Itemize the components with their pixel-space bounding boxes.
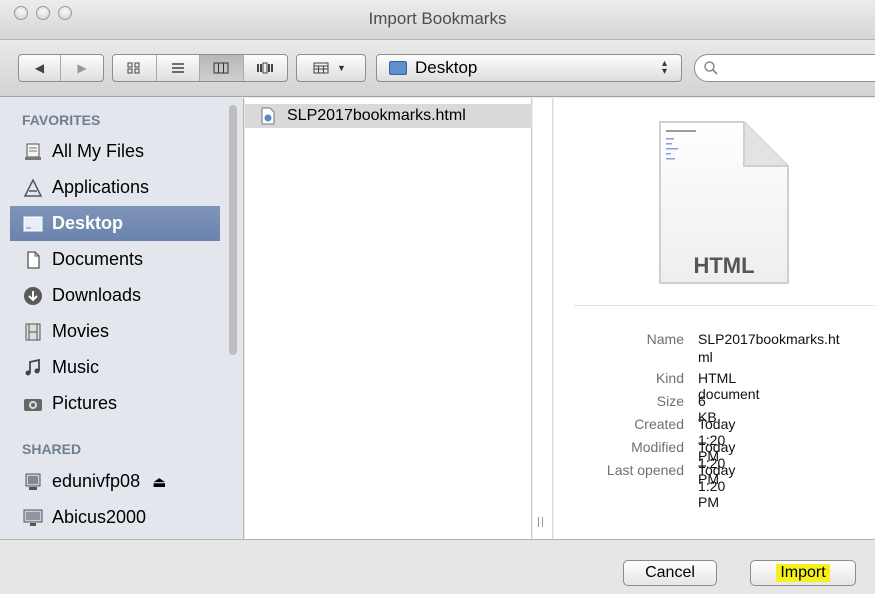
info-value: ml bbox=[698, 349, 713, 365]
back-button[interactable]: ◀ bbox=[19, 55, 61, 81]
sidebar-item-label: edunivfp08 bbox=[52, 471, 141, 491]
music-icon bbox=[22, 357, 44, 379]
documents-icon bbox=[22, 249, 44, 271]
downloads-icon bbox=[22, 285, 44, 307]
all-files-icon bbox=[22, 141, 44, 163]
desktop-folder-icon bbox=[22, 213, 44, 235]
sidebar-item-label: Music bbox=[52, 357, 100, 377]
info-key: Kind bbox=[655, 370, 684, 386]
column-resize-area[interactable] bbox=[533, 98, 553, 539]
list-view-icon bbox=[171, 63, 184, 73]
file-item[interactable]: SLP2017bookmarks.html bbox=[245, 104, 532, 128]
info-key: Created bbox=[634, 416, 684, 432]
info-key: Size bbox=[656, 393, 684, 409]
import-button[interactable]: Import bbox=[750, 560, 856, 586]
sidebar-item-label: Desktop bbox=[52, 213, 124, 233]
sidebar-item-label: Applications bbox=[52, 177, 150, 197]
html-file-icon bbox=[261, 107, 277, 125]
location-label: Desktop bbox=[415, 58, 478, 77]
search-field[interactable] bbox=[694, 54, 875, 82]
movies-icon bbox=[22, 321, 44, 343]
shared-heading: SHARED bbox=[22, 441, 82, 457]
sidebar-scrollbar[interactable] bbox=[229, 105, 237, 355]
eject-icon[interactable]: ⏏ bbox=[152, 473, 166, 491]
forward-button[interactable]: ▶ bbox=[61, 55, 103, 81]
icon-view-button[interactable] bbox=[113, 55, 157, 81]
applications-icon bbox=[22, 177, 44, 199]
server-icon bbox=[22, 471, 44, 493]
back-arrow-icon: ◀ bbox=[34, 61, 45, 75]
info-value: SLP2017bookmarks.ht bbox=[698, 331, 840, 347]
preview-divider bbox=[574, 305, 875, 306]
arrange-grid-icon bbox=[313, 62, 329, 74]
up-down-chevron-icon: ▴ ▾ bbox=[661, 58, 667, 77]
chevron-down-icon: ▼ bbox=[337, 63, 346, 73]
back-forward-control: ◀ ▶ bbox=[18, 54, 104, 82]
sidebar-item-label: Pictures bbox=[52, 393, 118, 413]
toolbar: ◀ ▶ ▼ Desktop ▴ ▾ bbox=[0, 40, 875, 97]
favorites-heading: FAVORITES bbox=[22, 112, 101, 128]
sidebar-item-downloads[interactable]: Downloads bbox=[10, 278, 220, 313]
sidebar-item-movies[interactable]: Movies bbox=[10, 314, 220, 349]
location-popup[interactable]: Desktop ▴ ▾ bbox=[376, 54, 682, 82]
icon-view-icon bbox=[127, 62, 140, 74]
title-bar: Import Bookmarks bbox=[0, 0, 875, 40]
file-column: SLP2017bookmarks.html bbox=[245, 98, 532, 539]
folder-icon bbox=[389, 61, 407, 75]
cover-flow-icon bbox=[257, 62, 274, 74]
dialog-footer: Cancel Import bbox=[0, 539, 875, 594]
sidebar-item-edunivfp08[interactable]: edunivfp08 ⏏ bbox=[10, 464, 220, 499]
sidebar-item-music[interactable]: Music bbox=[10, 350, 220, 385]
sidebar-item-label: Abicus2000 bbox=[52, 507, 147, 527]
sidebar-item-abicus2000[interactable]: Abicus2000 bbox=[10, 500, 220, 535]
preview-pane: HTML Name SLP2017bookmarks.ht ml Kind HT… bbox=[554, 98, 875, 539]
view-mode-control bbox=[112, 54, 288, 82]
file-name: SLP2017bookmarks.html bbox=[287, 107, 466, 124]
pictures-icon bbox=[22, 393, 44, 415]
cancel-button[interactable]: Cancel bbox=[623, 560, 717, 586]
search-input[interactable] bbox=[723, 59, 873, 77]
cancel-label: Cancel bbox=[645, 564, 695, 581]
import-label: Import bbox=[776, 564, 830, 582]
computer-icon bbox=[22, 507, 44, 529]
sidebar-item-applications[interactable]: Applications bbox=[10, 170, 220, 205]
column-resize-handle-icon[interactable] bbox=[538, 517, 543, 527]
cover-flow-view-button[interactable] bbox=[244, 55, 287, 81]
arrange-popup-button[interactable]: ▼ bbox=[296, 54, 366, 82]
sidebar-item-documents[interactable]: Documents bbox=[10, 242, 220, 277]
info-key: Modified bbox=[631, 439, 684, 455]
window-title: Import Bookmarks bbox=[368, 9, 507, 28]
column-view-icon bbox=[213, 62, 229, 74]
sidebar-item-label: Downloads bbox=[52, 285, 142, 305]
forward-arrow-icon: ▶ bbox=[77, 61, 87, 75]
html-document-thumbnail: HTML bbox=[658, 120, 790, 285]
search-icon bbox=[704, 61, 718, 75]
list-view-button[interactable] bbox=[157, 55, 200, 81]
sidebar-item-pictures[interactable]: Pictures bbox=[10, 386, 220, 421]
info-value: Today 1:20 PM bbox=[698, 462, 736, 510]
sidebar-item-all-my-files[interactable]: All My Files bbox=[10, 134, 220, 169]
column-view-button[interactable] bbox=[200, 55, 244, 81]
sidebar-item-label: Movies bbox=[52, 321, 110, 341]
sidebar: FAVORITES All My Files Applications Desk… bbox=[0, 98, 244, 539]
doc-type-label: HTML bbox=[693, 253, 755, 278]
sidebar-item-label: All My Files bbox=[52, 141, 145, 161]
sidebar-item-label: Documents bbox=[52, 249, 144, 269]
info-key: Name bbox=[646, 331, 684, 347]
sidebar-item-desktop[interactable]: Desktop bbox=[10, 206, 220, 241]
info-key: Last opened bbox=[606, 462, 684, 478]
